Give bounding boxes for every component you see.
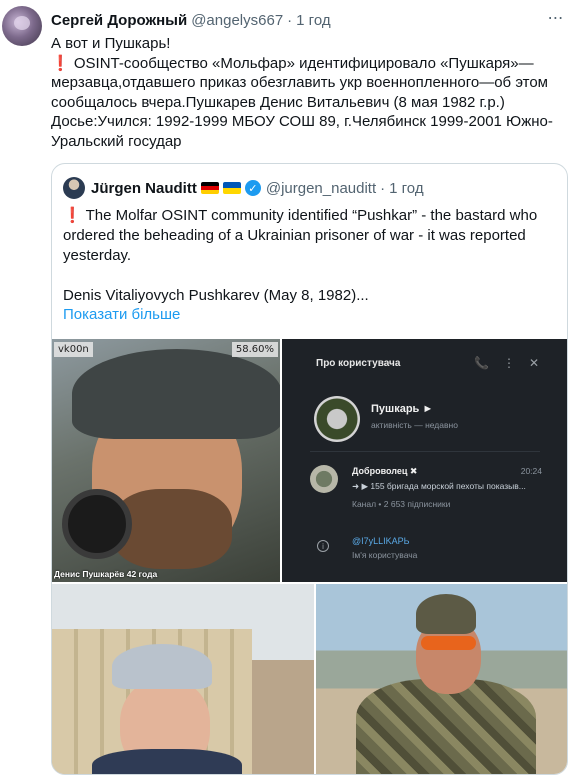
photo-tag-right: 58.60% bbox=[231, 342, 278, 357]
divider bbox=[310, 451, 540, 452]
photo-3[interactable] bbox=[52, 584, 314, 774]
quoted-timestamp[interactable]: 1 год bbox=[389, 180, 423, 197]
quoted-author-name[interactable]: Jürgen Nauditt bbox=[91, 180, 197, 197]
telegram-channel-flag-icon: ✖ bbox=[409, 466, 418, 476]
verified-badge-icon: ✓ bbox=[244, 180, 261, 196]
quoted-tweet-header: Jürgen Nauditt ✓ @jurgen_nauditt · 1 год bbox=[63, 177, 424, 199]
timestamp[interactable]: 1 год bbox=[296, 12, 330, 29]
quoted-line-2: Denis Vitaliyovych Pushkarev (May 8, 198… bbox=[63, 287, 369, 304]
separator-dot: · bbox=[380, 179, 386, 197]
separator-dot: · bbox=[287, 11, 293, 29]
telegram-channel-avatar bbox=[310, 465, 338, 493]
telegram-profile-name: Пушкарь ► bbox=[371, 403, 433, 415]
germany-flag-icon bbox=[200, 182, 219, 194]
ukraine-flag-icon bbox=[222, 182, 241, 194]
tweet-text: А вот и Пушкарь! ❗ OSINT-сообщество «Мол… bbox=[51, 34, 566, 151]
author-handle[interactable]: @angelys667 bbox=[191, 12, 283, 29]
telegram-channel-subscribers: Канал • 2 653 підписники bbox=[352, 499, 451, 509]
info-icon: i bbox=[317, 540, 329, 552]
helmet-shape bbox=[416, 594, 476, 634]
tweet-line-3: Досье:Учился: 1992-1999 МБОУ СОШ 89, г.Ч… bbox=[51, 113, 553, 150]
telegram-name-flag-icon: ► bbox=[422, 403, 434, 415]
media-grid: vk00n 58.60% Денис Пушкарёв 42 года Про … bbox=[52, 339, 567, 774]
quoted-avatar[interactable] bbox=[63, 177, 85, 199]
quoted-line-1: ❗ The Molfar OSINT community identified … bbox=[63, 206, 558, 266]
avatar[interactable] bbox=[2, 6, 42, 46]
telegram-profile-logo bbox=[314, 396, 360, 442]
telegram-channel-name-text: Доброволец bbox=[352, 466, 408, 476]
quoted-tweet[interactable]: Jürgen Nauditt ✓ @jurgen_nauditt · 1 год… bbox=[51, 163, 568, 775]
quoted-line-1-text: The Molfar OSINT community identified “P… bbox=[63, 207, 538, 264]
cap-shape bbox=[112, 644, 212, 689]
telegram-channel-name: Доброволец ✖ bbox=[352, 466, 417, 477]
author-name[interactable]: Сергей Дорожный bbox=[51, 12, 187, 29]
show-more-link[interactable]: Показати більше bbox=[63, 306, 180, 323]
tweet: Сергей Дорожный @angelys667 · 1 год ⋯ А … bbox=[0, 0, 578, 782]
telegram-screenshot[interactable]: Про користувача 📞⋮✕ Пушкарь ► активність… bbox=[282, 339, 567, 582]
quoted-author-handle[interactable]: @jurgen_nauditt bbox=[266, 180, 376, 197]
tweet-paragraph: ❗ OSINT-сообщество «Мольфар» идентифицир… bbox=[51, 54, 566, 113]
quoted-tweet-text: ❗ The Molfar OSINT community identified … bbox=[63, 206, 558, 306]
exclamation-icon: ❗ bbox=[51, 54, 70, 72]
telegram-username: @I7yLLIKAPЬ bbox=[352, 536, 410, 546]
photo-caption: Денис Пушкарёв 42 года bbox=[54, 569, 158, 579]
shirt-shape bbox=[92, 749, 242, 774]
tweet-line-2: OSINT-сообщество «Мольфар» идентифициров… bbox=[51, 54, 548, 111]
exclamation-icon: ❗ bbox=[63, 207, 82, 224]
telegram-channel-message: ➜ ▶ 155 бригада морской пехоты показыв..… bbox=[352, 481, 526, 491]
sunglasses-shape bbox=[421, 636, 476, 650]
tweet-line-1: А вот и Пушкарь! bbox=[51, 35, 171, 52]
rifle-scope-shape bbox=[62, 489, 132, 559]
tweet-header: Сергей Дорожный @angelys667 · 1 год bbox=[51, 10, 331, 30]
more-options-icon[interactable]: ⋯ bbox=[544, 8, 568, 28]
telegram-channel-time: 20:24 bbox=[520, 466, 542, 476]
photo-tag-left: vk00n bbox=[54, 342, 93, 357]
telegram-status: активність — недавно bbox=[371, 420, 458, 430]
photo-4[interactable] bbox=[316, 584, 567, 774]
boonie-hat-shape bbox=[72, 349, 280, 439]
telegram-username-label: Ім'я користувача bbox=[352, 550, 418, 560]
telegram-name-text: Пушкарь bbox=[371, 403, 420, 415]
telegram-title: Про користувача bbox=[316, 358, 401, 369]
photo-1[interactable]: vk00n 58.60% Денис Пушкарёв 42 года bbox=[52, 339, 280, 582]
telegram-header-icons: 📞⋮✕ bbox=[474, 356, 553, 370]
